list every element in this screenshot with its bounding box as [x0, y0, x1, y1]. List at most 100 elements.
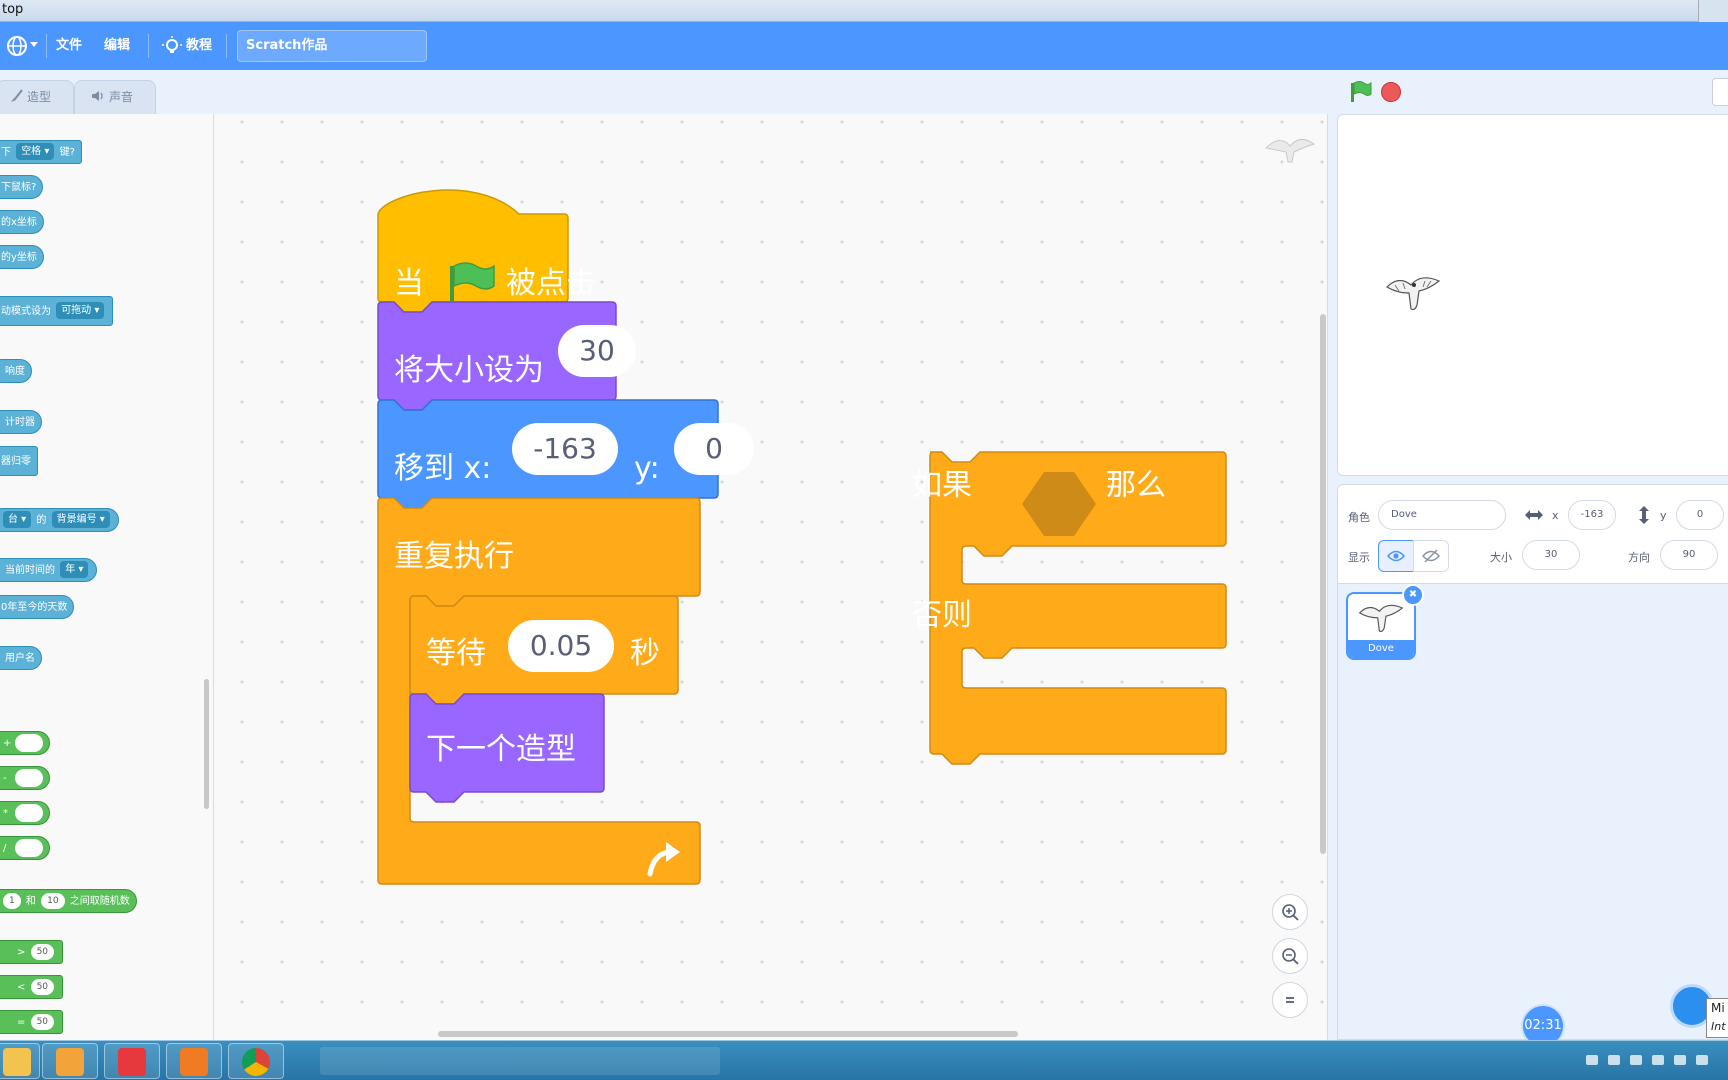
sprite-card-dove[interactable]: Dove ✖ [1346, 584, 1424, 660]
menu-file[interactable]: 文件 [56, 22, 82, 70]
media-player-icon [180, 1048, 208, 1076]
random-to-input[interactable]: 10 [41, 893, 65, 909]
network-icon[interactable] [1608, 1055, 1620, 1065]
lightbulb-icon[interactable] [162, 36, 182, 56]
chevron-up-icon[interactable] [1630, 1055, 1642, 1065]
sprite-name-input[interactable]: Dove [1378, 500, 1506, 530]
if-label: 如果 [912, 468, 972, 503]
taskbar-wps[interactable] [104, 1043, 160, 1079]
operand-input[interactable] [15, 734, 43, 752]
chevron-down-icon[interactable] [30, 42, 38, 47]
wait-seconds-input[interactable]: 0.05 [508, 620, 614, 672]
sprite-x-input[interactable]: -163 [1568, 500, 1616, 530]
palette-block-days-since[interactable]: 0年至今的天数 [0, 595, 75, 619]
current-dropdown[interactable]: 年 [60, 561, 89, 578]
dove-sprite[interactable] [1385, 271, 1441, 313]
tab-costumes[interactable]: 造型 [0, 80, 74, 114]
taskbar-explorer[interactable] [0, 1043, 40, 1079]
signal-icon[interactable] [1696, 1055, 1708, 1065]
stop-sign-icon[interactable] [1381, 82, 1401, 102]
sprite-size-input[interactable]: 30 [1522, 540, 1580, 570]
volume-icon[interactable] [1674, 1055, 1686, 1065]
stage[interactable] [1337, 114, 1728, 476]
sprite-info-panel: 角色 Dove x -163 y 0 显示 大小 30 方向 90 [1337, 484, 1728, 584]
block-text: = [17, 1017, 26, 1028]
project-title-input[interactable]: Scratch作品 [237, 30, 427, 62]
zoom-reset-button[interactable] [1272, 982, 1308, 1018]
palette-block-divide[interactable]: / [0, 836, 50, 860]
tab-sounds-label: 声音 [109, 90, 134, 104]
block-text: 的y坐标 [1, 252, 37, 263]
shield-icon[interactable] [1652, 1055, 1664, 1065]
palette-block-mouse-down[interactable]: 下鼠标? [0, 175, 44, 199]
palette-block-subtract[interactable]: - [0, 766, 50, 790]
chrome-icon [242, 1048, 270, 1076]
trash-icon[interactable]: ✖ [1402, 584, 1424, 606]
system-tray [1568, 1041, 1728, 1080]
drag-mode-dropdown[interactable]: 可拖动 [56, 302, 105, 319]
keyboard-icon[interactable] [1586, 1055, 1598, 1065]
operand-input[interactable] [15, 804, 43, 822]
taskbar-chrome[interactable] [228, 1043, 284, 1079]
hat-clicked-label: 被点击 [506, 266, 596, 301]
palette-block-loudness[interactable]: 响度 [0, 359, 32, 383]
goto-x-input[interactable]: -163 [512, 423, 618, 475]
hide-sprite-button[interactable] [1413, 540, 1449, 572]
compare-input[interactable]: 50 [30, 979, 55, 995]
palette-block-multiply[interactable]: * [0, 801, 50, 825]
eye-icon [1387, 550, 1405, 562]
sprite-direction-input[interactable]: 90 [1660, 540, 1718, 570]
block-text: 之间取随机数 [69, 896, 130, 907]
palette-block-reset-timer[interactable]: 器归零 [0, 446, 38, 476]
palette-block-mouse-x[interactable]: 的x坐标 [0, 210, 44, 234]
taskbar-active-window[interactable] [320, 1047, 720, 1075]
script-area-horizontal-scrollbar[interactable] [438, 1031, 1018, 1037]
stage-size-toggle[interactable] [1712, 78, 1728, 106]
set-size-input[interactable]: 30 [558, 325, 636, 377]
palette-block-add[interactable]: + [0, 731, 50, 755]
eye-slash-icon [1422, 549, 1440, 563]
palette-block-current[interactable]: 当前时间的 年 [0, 558, 98, 582]
taskbar-app-b[interactable] [42, 1043, 98, 1079]
palette-block-key-pressed[interactable]: 下 空格 键? [0, 140, 82, 164]
script-area[interactable]: 当 被点击 将大小设为 30 移到 x: -163 y: 0 重复执行 等待 0… [214, 114, 1328, 1040]
palette-block-less-than[interactable]: < 50 [0, 975, 64, 999]
palette-block-drag-mode[interactable]: 动模式设为 可拖动 [0, 296, 114, 326]
tab-sounds[interactable]: 声音 [74, 80, 156, 114]
menu-tutorials[interactable]: 教程 [186, 22, 212, 70]
compare-input[interactable]: 50 [30, 1014, 55, 1030]
taskbar-media[interactable] [166, 1043, 222, 1079]
show-sprite-button[interactable] [1378, 540, 1414, 572]
zoom-out-button[interactable] [1272, 938, 1308, 974]
language-globe-icon[interactable] [6, 35, 28, 57]
random-from-input[interactable]: 1 [3, 893, 21, 909]
palette-block-mouse-y[interactable]: 的y坐标 [0, 245, 44, 269]
property-dropdown[interactable]: 背景编号 [51, 511, 110, 528]
zoom-out-icon [1282, 948, 1299, 965]
palette-block-username[interactable]: 用户名 [0, 646, 42, 670]
palette-block-backdrop-of[interactable]: 台 的 背景编号 [0, 508, 119, 532]
operand-input[interactable] [15, 839, 43, 857]
palette-block-equals[interactable]: = 50 [0, 1010, 64, 1034]
editor-tabs: 造型 声音 [0, 70, 1340, 114]
menu-edit[interactable]: 编辑 [104, 22, 130, 70]
compare-input[interactable]: 50 [30, 944, 55, 960]
key-dropdown[interactable]: 空格 [16, 143, 55, 160]
window-controls[interactable] [1698, 0, 1728, 22]
zoom-in-button[interactable] [1272, 894, 1308, 930]
palette-block-greater-than[interactable]: > 50 [0, 940, 64, 964]
palette-block-random[interactable]: 1 和 10 之间取随机数 [0, 889, 137, 913]
direction-label: 方向 [1628, 551, 1650, 564]
script-area-vertical-scrollbar[interactable] [1320, 314, 1326, 854]
goto-y-input[interactable]: 0 [674, 423, 754, 475]
x-label: x [1552, 509, 1559, 522]
stage-dropdown[interactable]: 台 [3, 511, 32, 528]
palette-block-timer[interactable]: 计时器 [0, 410, 42, 434]
sprite-y-input[interactable]: 0 [1676, 500, 1724, 530]
palette-scrollbar[interactable] [204, 679, 209, 809]
operand-input[interactable] [15, 769, 43, 787]
brush-icon [11, 89, 23, 102]
green-flag-icon[interactable] [1348, 80, 1372, 104]
block-text: 键? [59, 147, 75, 158]
block-text: > [17, 947, 26, 958]
